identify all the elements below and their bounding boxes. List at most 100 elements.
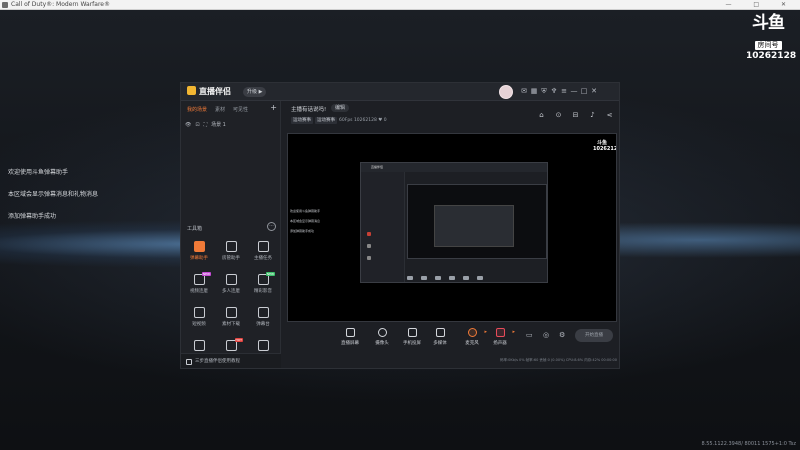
douyu-logo: 斗鱼: [752, 13, 785, 33]
tool-danmu-assistant[interactable]: 弹幕助手: [185, 241, 213, 271]
task-icon: [257, 241, 269, 252]
tool-room-admin[interactable]: 房管助手: [217, 241, 245, 271]
tool-multi-link[interactable]: 多人连麽: [217, 274, 245, 304]
window-title: Call of Duty®: Modern Warfare®: [11, 1, 110, 8]
lock-icon[interactable]: ⊙: [550, 111, 567, 119]
preview-message: 本区域会显示弹幕消息: [290, 219, 321, 223]
control-label: 麦克风: [465, 341, 479, 346]
tool-label: 主播任务: [254, 256, 272, 261]
settings-gear-icon[interactable]: ⚙: [559, 331, 565, 339]
close-icon[interactable]: ✕: [589, 87, 599, 95]
tool-short-video[interactable]: 短视频: [185, 307, 213, 337]
app-brand-name: 直播伴侣: [199, 87, 231, 96]
control-label: 扬声器: [493, 341, 507, 346]
game-app-icon: [2, 2, 8, 8]
control-label: 直播屏幕: [341, 341, 359, 346]
nested-app-window: 直播伴侣: [360, 162, 548, 283]
phone-cast-button[interactable]: 手机投屏: [398, 328, 426, 346]
danmu-message: 欢迎使用斗鱼弹幕助手: [8, 169, 69, 176]
category-tag[interactable]: 运动赛事: [291, 117, 313, 124]
gift-icon[interactable]: ⛨: [539, 87, 549, 96]
microphone-button[interactable]: 麦克风 ▸: [458, 328, 487, 346]
lock-icon[interactable]: ⊡: [195, 122, 199, 128]
record-icon[interactable]: ⊟: [567, 111, 584, 119]
tab-visibility[interactable]: 可见性: [233, 106, 248, 113]
tool-download[interactable]: 素材下载: [217, 307, 245, 337]
tool-label: 弹幕助手: [190, 256, 208, 261]
scene-icon: ⛶: [203, 122, 208, 128]
more-icon[interactable]: ···: [267, 222, 276, 231]
maximize-icon[interactable]: □: [579, 87, 589, 95]
menu-icon[interactable]: ≡: [559, 87, 569, 95]
nested-header: 直播伴侣: [361, 163, 547, 172]
camera-button[interactable]: 摄像头: [368, 328, 396, 346]
shirt-icon[interactable]: ♆: [549, 87, 559, 95]
home-icon[interactable]: ⌂: [533, 111, 550, 119]
preview-douyu-logo: 斗鱼10262128: [593, 140, 616, 160]
edit-room-button[interactable]: 编辑: [331, 104, 350, 112]
tool-danmu-board[interactable]: 弹幕台: [249, 307, 277, 337]
add-scene-icon[interactable]: +: [270, 103, 277, 112]
media-button[interactable]: 多媒体: [426, 328, 454, 346]
source-controls: 直播屏幕 摄像头 手机投屏 多媒体 麦克风 ▸ 扬声器 ▸: [336, 328, 536, 348]
group-icon: [225, 274, 237, 285]
tool-label: 素材下载: [222, 322, 240, 327]
left-panel: 我的场景 素材 可见性 + 👁 ⊡ ⛶ 场景 1 工具箱 ··· 弹幕助手 房管助手 …: [181, 101, 281, 368]
speaker-button[interactable]: 扬声器 ▸: [486, 328, 515, 346]
preview-message: 欢迎使用斗鱼弹幕助手: [290, 209, 321, 213]
upgrade-pill[interactable]: 升级 ▶: [243, 87, 267, 97]
mail-icon[interactable]: ✉: [519, 87, 529, 95]
nested-controls: [407, 265, 547, 280]
share-icon[interactable]: ⋖: [601, 111, 618, 119]
room-stats: 60Fps 10262128 ♥ 0: [339, 118, 387, 123]
room-meta: 运动赛事 运动赛事 60Fps 10262128 ♥ 0: [291, 117, 387, 124]
scene-name: 场景 1: [211, 122, 226, 128]
danmu-message: 本区域会显示弹幕消息和礼物消息: [8, 191, 99, 198]
clip-icon: [193, 307, 205, 318]
upload-icon: [257, 340, 269, 351]
avatar[interactable]: [499, 85, 513, 99]
nested-left-panel: [361, 172, 405, 282]
tab-sources[interactable]: 素材: [215, 106, 225, 113]
control-label: 多媒体: [433, 341, 447, 346]
minimize-icon[interactable]: —: [569, 87, 579, 95]
game-footer-stats: 8.55.1122.3948/ 80011 1575+1:0 Tsz: [701, 441, 796, 447]
tool-label: 精彩影音: [254, 289, 272, 294]
preview-room-number: 10262128: [593, 146, 616, 152]
new-badge: NEW: [201, 272, 211, 276]
microphone-icon: [467, 328, 477, 337]
tutorial-link[interactable]: 三步直播伴侣使用教程: [181, 353, 281, 368]
nested-inner-preview: [434, 205, 514, 247]
tab-scenes[interactable]: 我的场景: [187, 106, 207, 113]
scene-item[interactable]: 👁 ⊡ ⛶ 场景 1: [185, 121, 230, 128]
window-controls[interactable]: — □ ✕: [725, 0, 796, 10]
download-icon: [225, 307, 237, 318]
stream-preview[interactable]: 斗鱼10262128 欢迎使用斗鱼弹幕助手 本区域会显示弹幕消息 添加弹幕助手成…: [287, 133, 617, 322]
bell-icon[interactable]: ♪: [584, 111, 601, 119]
status-bar: 码率:0Kb/s 0% 帧率:60 丢帧:0 (0.00%) CPU:8.6% …: [499, 358, 617, 362]
tool-highlights[interactable]: NEW 精彩影音: [249, 272, 277, 304]
tool-video-link[interactable]: NEW 视频连麽: [185, 272, 213, 304]
room-icons: ⌂ ⊙ ⊟ ♪ ⋖: [533, 111, 618, 119]
grid-icon[interactable]: ▦: [529, 87, 539, 95]
screen-capture-button[interactable]: 直播屏幕: [336, 328, 364, 346]
eye-icon[interactable]: ◎: [543, 331, 549, 339]
room-label: 房间号: [754, 41, 782, 50]
phone-icon: [407, 328, 417, 337]
eye-icon[interactable]: 👁: [185, 122, 191, 128]
tool-label: 弹幕台: [256, 322, 270, 327]
control-label: 摄像头: [375, 341, 389, 346]
video-record-icon[interactable]: ▭: [526, 331, 533, 339]
nested-tool-icon: [367, 244, 371, 248]
tool-label: 视频连麽: [190, 289, 208, 294]
app-brand: 直播伴侣: [187, 86, 231, 97]
tool-host-tasks[interactable]: 主播任务: [249, 241, 277, 271]
board-icon: [257, 307, 269, 318]
danmu-icon: [193, 241, 205, 252]
play-icon: [435, 328, 445, 337]
tutorial-label: 三步直播伴侣使用教程: [195, 359, 240, 364]
speaker-icon: [495, 328, 505, 337]
category-tag[interactable]: 运动赛事: [315, 117, 337, 124]
start-stream-button[interactable]: 开始直播: [575, 329, 613, 342]
scene-tabs: 我的场景 素材 可见性 +: [181, 103, 281, 115]
